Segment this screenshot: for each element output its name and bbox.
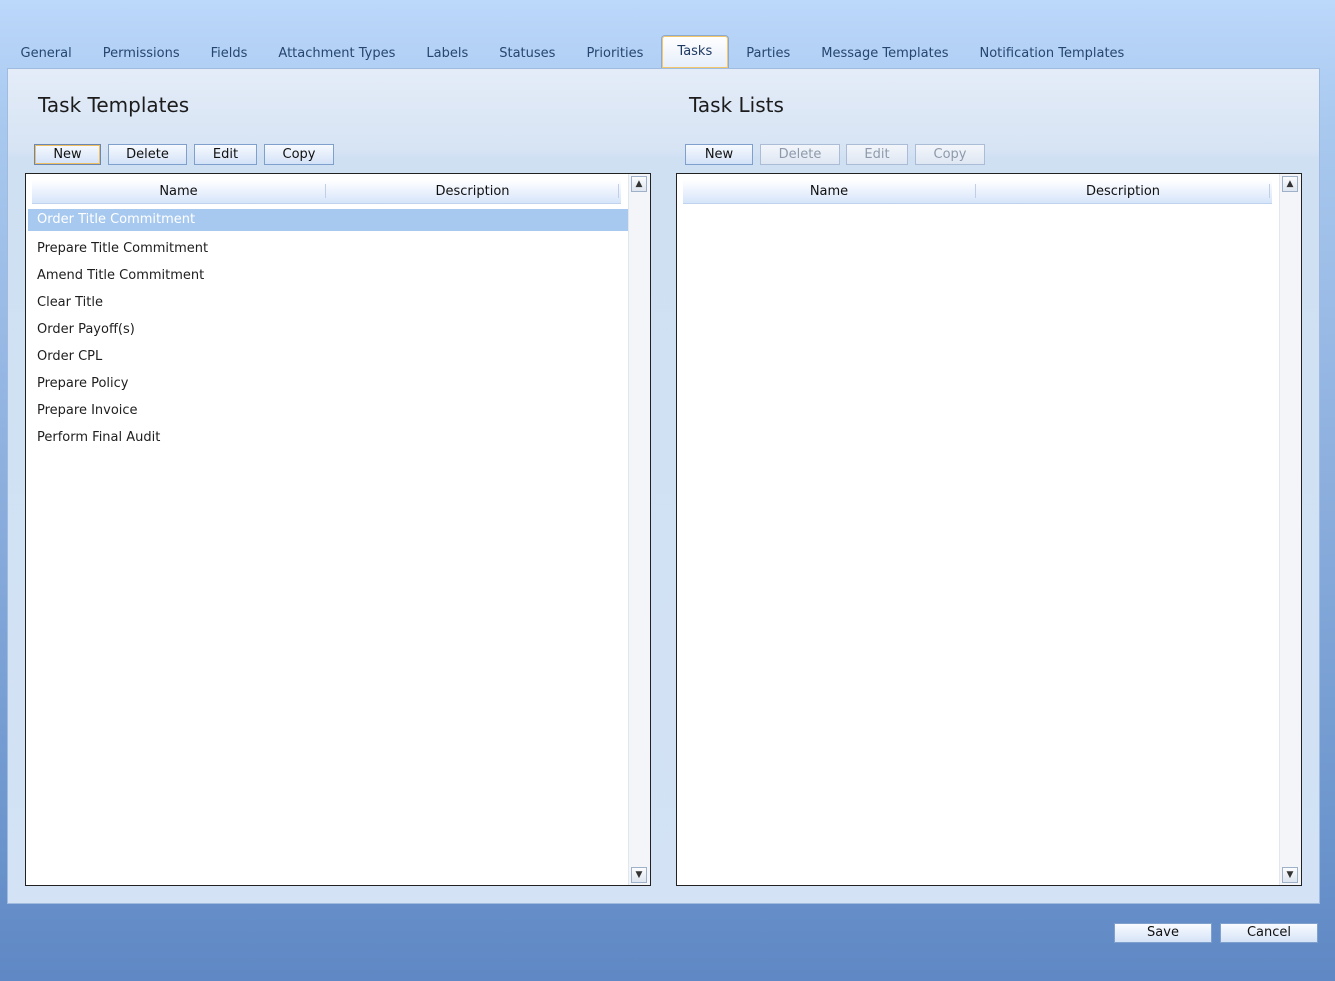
- list-item[interactable]: Prepare Title Commitment: [28, 236, 628, 263]
- task-templates-header: Name Description: [32, 180, 621, 204]
- task-lists-scrollbar[interactable]: ▲ ▼: [1279, 174, 1301, 885]
- task-templates-copy-button[interactable]: Copy: [264, 144, 334, 165]
- task-templates-scrollbar[interactable]: ▲ ▼: [628, 174, 650, 885]
- task-templates-title: Task Templates: [38, 93, 190, 117]
- tasks-panel: Task Templates New Delete Edit Copy Name…: [7, 68, 1320, 904]
- list-item[interactable]: Perform Final Audit: [28, 425, 628, 452]
- name-column-header[interactable]: Name: [32, 180, 325, 203]
- tab-permissions[interactable]: Permissions: [87, 38, 195, 68]
- tab-parties[interactable]: Parties: [731, 38, 806, 68]
- description-column-header[interactable]: Description: [976, 180, 1270, 203]
- tab-bar: General Permissions Fields Attachment Ty…: [5, 35, 1140, 68]
- tab-notification-templates[interactable]: Notification Templates: [964, 38, 1140, 68]
- task-lists-edit-button[interactable]: Edit: [846, 144, 908, 165]
- list-item[interactable]: Clear Title: [28, 290, 628, 317]
- task-templates-rows: Order Title Commitment Prepare Title Com…: [28, 209, 628, 452]
- scroll-up-icon[interactable]: ▲: [1282, 176, 1298, 192]
- task-lists-header: Name Description: [683, 180, 1272, 204]
- tab-fields[interactable]: Fields: [195, 38, 263, 68]
- tab-statuses[interactable]: Statuses: [484, 38, 571, 68]
- column-separator[interactable]: [618, 184, 619, 198]
- tab-priorities[interactable]: Priorities: [571, 38, 659, 68]
- list-item[interactable]: Order Title Commitment: [28, 209, 628, 231]
- scroll-down-icon[interactable]: ▼: [1282, 867, 1298, 883]
- tab-message-templates[interactable]: Message Templates: [806, 38, 964, 68]
- task-lists-new-button[interactable]: New: [685, 144, 753, 165]
- cancel-button[interactable]: Cancel: [1220, 923, 1318, 943]
- list-item[interactable]: Prepare Invoice: [28, 398, 628, 425]
- tab-tasks[interactable]: Tasks: [660, 35, 729, 68]
- list-item[interactable]: Prepare Policy: [28, 371, 628, 398]
- list-item[interactable]: Amend Title Commitment: [28, 263, 628, 290]
- task-templates-delete-button[interactable]: Delete: [108, 144, 187, 165]
- task-templates-list[interactable]: Name Description Order Title Commitment …: [25, 173, 651, 886]
- task-templates-new-button[interactable]: New: [34, 144, 101, 165]
- task-lists-copy-button[interactable]: Copy: [915, 144, 985, 165]
- task-templates-edit-button[interactable]: Edit: [194, 144, 257, 165]
- column-separator[interactable]: [1269, 184, 1270, 198]
- save-button[interactable]: Save: [1114, 923, 1212, 943]
- task-lists-title: Task Lists: [689, 93, 784, 117]
- tab-labels[interactable]: Labels: [411, 38, 484, 68]
- name-column-header[interactable]: Name: [683, 180, 975, 203]
- description-column-header[interactable]: Description: [326, 180, 619, 203]
- scroll-up-icon[interactable]: ▲: [631, 176, 647, 192]
- list-item[interactable]: Order Payoff(s): [28, 317, 628, 344]
- tab-general[interactable]: General: [5, 38, 87, 68]
- task-lists-delete-button[interactable]: Delete: [760, 144, 840, 165]
- task-lists-list[interactable]: Name Description ▲ ▼: [676, 173, 1302, 886]
- list-item[interactable]: Order CPL: [28, 344, 628, 371]
- scroll-down-icon[interactable]: ▼: [631, 867, 647, 883]
- tab-attachment-types[interactable]: Attachment Types: [263, 38, 411, 68]
